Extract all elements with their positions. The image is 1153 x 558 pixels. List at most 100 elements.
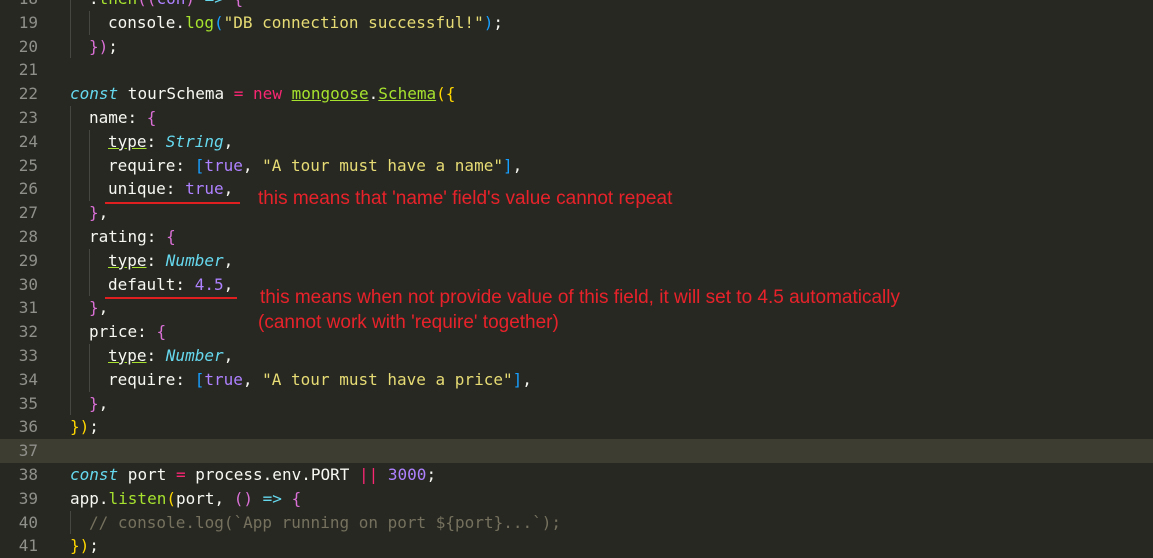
code-line[interactable]: 19 console.log("DB connection successful!…	[0, 10, 1153, 35]
code-token: then	[99, 0, 138, 8]
code-token: const	[70, 84, 119, 104]
indent-guide	[89, 177, 108, 201]
code-line[interactable]: 33 type: Number,	[0, 343, 1153, 368]
indent-guide	[70, 201, 89, 225]
code-token: require:	[108, 369, 195, 389]
code-token: type	[108, 131, 147, 151]
code-token: ,	[242, 369, 263, 389]
code-token: ()	[233, 488, 254, 508]
code-token: new	[253, 84, 282, 104]
line-number: 39	[18, 488, 38, 508]
code-line[interactable]: 37	[0, 439, 1153, 463]
code-text: },	[70, 296, 108, 320]
code-token: const	[70, 464, 119, 484]
code-text: default: 4.5,	[70, 273, 233, 297]
indent-guide	[70, 273, 89, 297]
line-number: 37	[18, 441, 38, 461]
line-number: 22	[18, 84, 38, 104]
code-line[interactable]: 25 require: [true, "A tour must have a na…	[0, 153, 1153, 178]
code-token: 3000	[387, 464, 427, 484]
code-token: {	[291, 488, 302, 508]
line-number: 33	[18, 345, 38, 365]
indent-guide	[70, 320, 89, 344]
code-token: Schema	[378, 84, 437, 104]
indent-guide	[70, 154, 89, 178]
code-token: mongoose	[291, 84, 369, 104]
code-line[interactable]: 22 const tourSchema = new mongoose.Schema…	[0, 82, 1153, 106]
line-number: 41	[18, 536, 38, 556]
code-token: "A tour must have a name"	[262, 155, 503, 175]
code-token: ;	[426, 464, 437, 484]
code-token: ,	[223, 131, 234, 151]
code-text: const tourSchema = new mongoose.Schema({	[70, 82, 455, 106]
code-token: :	[146, 131, 166, 151]
code-token: =	[233, 84, 244, 104]
code-line[interactable]: 29 type: Number,	[0, 248, 1153, 273]
line-number: 28	[18, 226, 38, 246]
code-line[interactable]: 35},	[0, 391, 1153, 416]
code-token: ;	[89, 536, 99, 556]
code-token: type	[108, 250, 147, 270]
line-number: 21	[18, 60, 38, 80]
code-token: {	[234, 0, 244, 8]
code-token: price:	[89, 322, 157, 342]
code-token: })	[70, 536, 90, 556]
code-token: true	[204, 155, 243, 175]
code-token: port	[118, 464, 176, 484]
code-text: });	[70, 415, 99, 439]
code-line[interactable]: 39 app.listen(port, () => {	[0, 487, 1153, 511]
code-editor[interactable]: 18.then((con) => {19console.log("DB conn…	[0, 0, 1153, 558]
indent-guide	[89, 344, 108, 368]
code-token: ,	[98, 393, 109, 413]
code-text: rating: {	[70, 225, 176, 249]
code-token: .	[368, 84, 379, 104]
code-token: (	[166, 488, 176, 508]
code-token: (	[213, 12, 224, 32]
unique-underline	[105, 202, 240, 204]
code-token: ;	[108, 36, 118, 56]
code-line[interactable]: 18.then((con) => {	[0, 0, 1153, 11]
line-number: 27	[18, 203, 38, 223]
code-line[interactable]: 20});	[0, 34, 1153, 59]
code-line[interactable]: 34 require: [true, "A tour must have a pr…	[0, 367, 1153, 392]
code-text: type: Number,	[70, 249, 233, 273]
code-text: type: String,	[70, 130, 233, 154]
code-token: console.	[108, 12, 186, 32]
code-line[interactable]: 32 price: {	[0, 320, 1153, 344]
code-token: Number	[165, 345, 224, 365]
code-line[interactable]: 28 rating: {	[0, 224, 1153, 249]
code-token: ,	[512, 155, 523, 175]
indent-guide	[70, 296, 89, 320]
code-token: [	[194, 155, 205, 175]
code-line[interactable]: 40 // console.log(`App running on port ${…	[0, 510, 1153, 535]
code-token: ,	[223, 250, 234, 270]
code-token: ,	[223, 345, 234, 365]
line-number: 40	[18, 512, 38, 532]
indent-guide	[89, 154, 108, 178]
indent-guide	[70, 368, 89, 392]
code-token: }	[89, 203, 99, 223]
code-line[interactable]: 21	[0, 58, 1153, 82]
code-token: [	[194, 369, 205, 389]
code-line[interactable]: 41});	[0, 534, 1153, 558]
code-line[interactable]: 38 const port = process.env.PORT || 3000;	[0, 463, 1153, 487]
code-line[interactable]: 23 name: {	[0, 105, 1153, 130]
indent-guide	[70, 11, 89, 35]
code-token: })	[70, 417, 90, 437]
line-number: 25	[18, 155, 38, 175]
code-token: ,	[223, 274, 234, 294]
code-token: {	[156, 322, 167, 342]
code-line[interactable]: 36});	[0, 415, 1153, 439]
code-token: String	[165, 131, 224, 151]
code-token: ;	[493, 12, 503, 32]
code-token: ,	[522, 369, 532, 389]
code-text: // console.log(`App running on port ${po…	[70, 511, 561, 535]
code-token: :	[146, 345, 166, 365]
code-text: },	[70, 201, 108, 225]
code-token: {	[146, 107, 157, 127]
code-line[interactable]: 24 type: String,	[0, 129, 1153, 154]
